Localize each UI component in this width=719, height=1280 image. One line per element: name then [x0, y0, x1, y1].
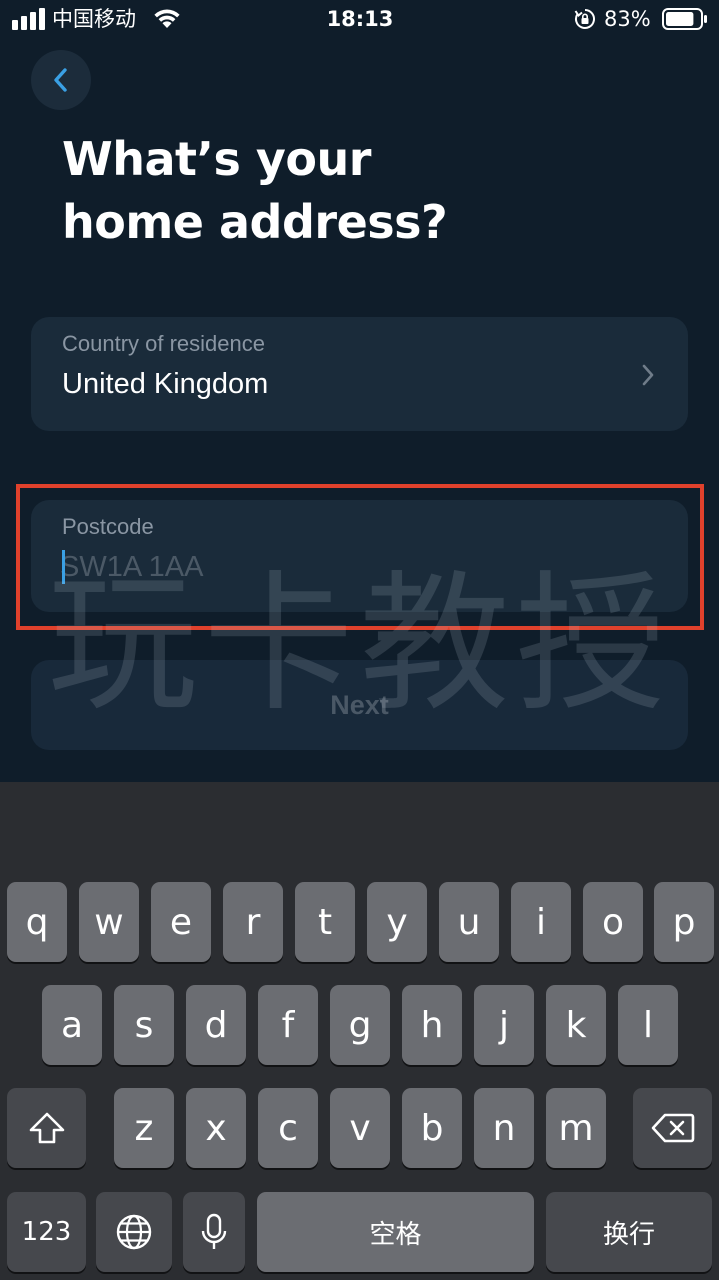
page-title: What’s your home address? — [62, 128, 662, 254]
key-c[interactable]: c — [258, 1088, 318, 1168]
address-screen: 中国移动 18:13 83% What’s your home address? — [0, 0, 719, 782]
back-button[interactable] — [31, 50, 91, 110]
key-x[interactable]: x — [186, 1088, 246, 1168]
key-b[interactable]: b — [402, 1088, 462, 1168]
return-key[interactable]: 换行 — [546, 1192, 712, 1272]
rotation-lock-icon — [574, 9, 595, 29]
key-k[interactable]: k — [546, 985, 606, 1065]
key-u[interactable]: u — [439, 882, 499, 962]
battery-icon — [662, 8, 707, 30]
numbers-key[interactable]: 123 — [7, 1192, 86, 1272]
key-a[interactable]: a — [42, 985, 102, 1065]
globe-key[interactable] — [96, 1192, 172, 1272]
carrier-name: 中国移动 — [52, 7, 136, 31]
delete-key[interactable] — [633, 1088, 712, 1168]
key-i[interactable]: i — [511, 882, 571, 962]
wifi-icon — [154, 9, 180, 28]
shift-icon — [29, 1112, 64, 1144]
key-p[interactable]: p — [654, 882, 714, 962]
status-time: 18:13 — [326, 7, 394, 31]
country-of-residence-selector[interactable]: Country of residence United Kingdom — [31, 317, 688, 431]
key-v[interactable]: v — [330, 1088, 390, 1168]
key-h[interactable]: h — [402, 985, 462, 1065]
globe-icon — [116, 1214, 152, 1250]
shift-key[interactable] — [7, 1088, 86, 1168]
backspace-icon — [651, 1113, 694, 1143]
key-j[interactable]: j — [474, 985, 534, 1065]
key-w[interactable]: w — [79, 882, 139, 962]
key-m[interactable]: m — [546, 1088, 606, 1168]
key-o[interactable]: o — [583, 882, 643, 962]
page-title-line-2: home address? — [62, 195, 448, 249]
chevron-left-icon — [54, 68, 67, 92]
status-bar: 中国移动 18:13 83% — [0, 0, 719, 40]
page-title-line-1: What’s your — [62, 132, 371, 186]
chevron-right-icon — [642, 364, 654, 386]
country-field-value: United Kingdom — [62, 368, 269, 400]
key-s[interactable]: s — [114, 985, 174, 1065]
key-r[interactable]: r — [223, 882, 283, 962]
key-f[interactable]: f — [258, 985, 318, 1065]
country-field-label: Country of residence — [62, 331, 265, 356]
key-l[interactable]: l — [618, 985, 678, 1065]
microphone-icon — [201, 1213, 227, 1249]
postcode-highlight-box — [16, 484, 704, 630]
key-q[interactable]: q — [7, 882, 67, 962]
key-e[interactable]: e — [151, 882, 211, 962]
space-key[interactable]: 空格 — [257, 1192, 534, 1272]
key-g[interactable]: g — [330, 985, 390, 1065]
key-y[interactable]: y — [367, 882, 427, 962]
microphone-key[interactable] — [183, 1192, 245, 1272]
signal-strength-icon — [12, 8, 45, 30]
key-d[interactable]: d — [186, 985, 246, 1065]
next-button[interactable]: Next — [31, 660, 688, 750]
keyboard: q w e r t y u i o p a s d f g h j k l z … — [0, 782, 719, 1280]
key-n[interactable]: n — [474, 1088, 534, 1168]
battery-percentage: 83% — [604, 7, 651, 31]
key-t[interactable]: t — [295, 882, 355, 962]
key-z[interactable]: z — [114, 1088, 174, 1168]
